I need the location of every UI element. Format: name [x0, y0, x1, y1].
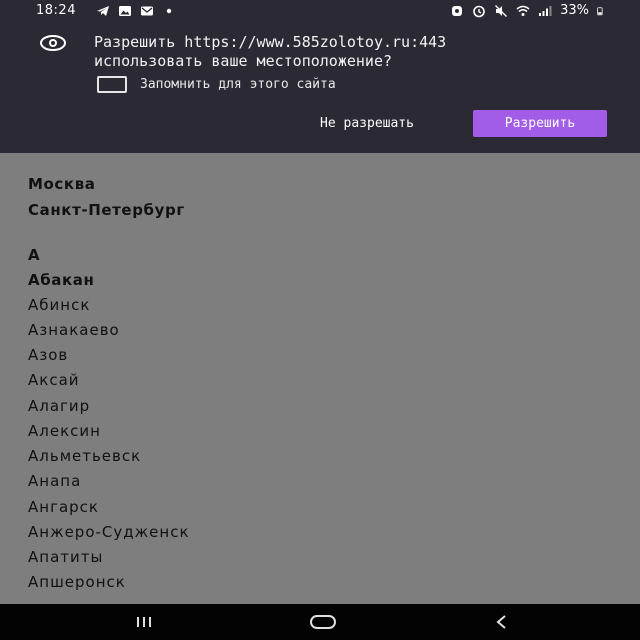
permission-message: Разрешить https://www.585zolotoy.ru:443 …: [94, 33, 614, 71]
city-item[interactable]: Азнакаево: [28, 321, 120, 339]
city-item[interactable]: Абакан: [28, 271, 94, 289]
alarm-icon: [473, 5, 485, 17]
home-button[interactable]: [303, 612, 343, 632]
recent-apps-icon: [137, 617, 151, 627]
location-permission-dialog: Разрешить https://www.585zolotoy.ru:443 …: [0, 22, 640, 153]
city-item[interactable]: Азов: [28, 346, 68, 364]
signal-icon: [539, 5, 552, 16]
wifi-icon: [516, 5, 530, 16]
mail-icon: [141, 6, 153, 16]
dot-icon: [166, 8, 172, 14]
city-item-moscow[interactable]: Москва: [28, 175, 96, 193]
lock-icon: [452, 5, 463, 16]
navigation-bar: [0, 604, 640, 640]
city-item[interactable]: Алексин: [28, 422, 101, 440]
allow-button[interactable]: Разрешить: [473, 110, 607, 137]
battery-icon: [597, 6, 603, 15]
gallery-icon: [119, 6, 131, 16]
remember-label: Запомнить для этого сайта: [140, 77, 336, 92]
deny-button[interactable]: Не разрешать: [292, 109, 442, 137]
section-letter: А: [28, 246, 41, 264]
telegram-icon: [97, 6, 109, 16]
city-item[interactable]: Аксай: [28, 371, 80, 389]
battery-percent: 33%: [560, 3, 589, 18]
back-button[interactable]: [482, 612, 522, 632]
mute-icon: [495, 4, 508, 17]
remember-site-row[interactable]: Запомнить для этого сайта: [97, 76, 336, 93]
city-item[interactable]: Анапа: [28, 472, 81, 490]
city-item[interactable]: Апатиты: [28, 548, 103, 566]
status-bar: 18:24 33%: [0, 0, 640, 22]
city-item[interactable]: Анжеро-Судженск: [28, 523, 190, 541]
city-item[interactable]: Абинск: [28, 296, 90, 314]
city-item[interactable]: Апшеронск: [28, 573, 126, 591]
location-icon: [40, 35, 66, 51]
city-item[interactable]: Алагир: [28, 397, 90, 415]
home-icon: [310, 615, 336, 629]
city-item[interactable]: Альметьевск: [28, 447, 141, 465]
city-item-saint-petersburg[interactable]: Санкт-Петербург: [28, 201, 185, 219]
permission-message-line-1: Разрешить https://www.585zolotoy.ru:443: [94, 33, 447, 51]
status-time: 18:24: [36, 3, 76, 18]
back-icon: [496, 615, 506, 629]
recent-apps-button[interactable]: [124, 612, 164, 632]
remember-checkbox[interactable]: [97, 76, 127, 93]
city-item[interactable]: Ангарск: [28, 498, 99, 516]
permission-message-line-2: использовать ваше местоположение?: [94, 52, 393, 70]
